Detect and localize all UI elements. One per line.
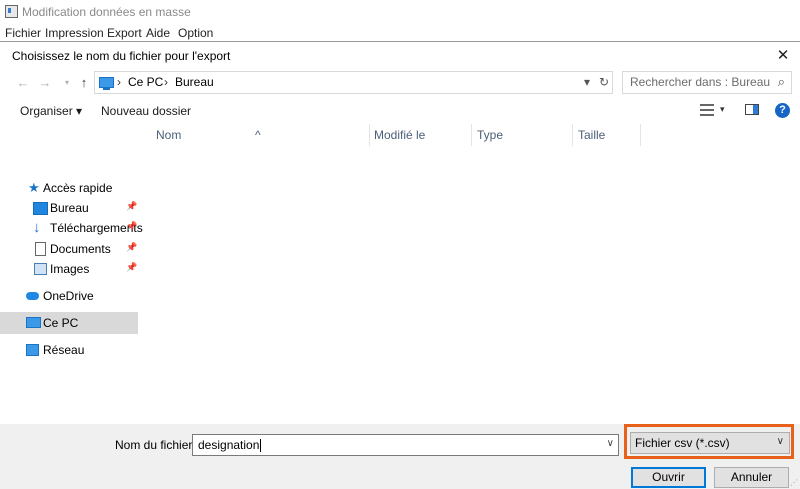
sidebar-item-label: Accès rapide <box>43 181 113 195</box>
refresh-icon[interactable]: ↻ <box>599 75 609 89</box>
address-bar[interactable]: › Ce PC › Bureau ▾ ↻ <box>94 71 613 94</box>
desktop-icon <box>33 202 48 215</box>
app-title: Modification données en masse <box>22 5 191 19</box>
sidebar-item-label: Réseau <box>43 343 85 357</box>
pin-icon[interactable]: 📌 <box>126 262 137 273</box>
help-icon[interactable]: ? <box>775 103 790 118</box>
dialog-footer: Nom du fichier : designation ∨ Fichier c… <box>0 424 800 489</box>
back-arrow-icon[interactable]: ← <box>14 74 32 92</box>
menu-option[interactable]: Option <box>178 26 213 40</box>
text-cursor <box>260 439 262 453</box>
column-divider[interactable] <box>572 124 573 146</box>
recent-dropdown-icon[interactable]: ▾ <box>58 74 76 92</box>
sidebar-item-documents[interactable]: Documents 📌 <box>0 238 138 260</box>
computer-icon <box>99 77 114 90</box>
breadcrumb-bureau[interactable]: Bureau <box>175 75 214 89</box>
sidebar-item-label: Documents <box>50 242 111 256</box>
pin-icon[interactable]: 📌 <box>126 242 137 253</box>
document-icon <box>35 242 46 256</box>
chevron-down-icon[interactable]: ∨ <box>607 438 614 449</box>
close-icon[interactable]: ✕ <box>766 42 800 70</box>
save-dialog: Choisissez le nom du fichier pour l'expo… <box>0 41 800 489</box>
column-name[interactable]: Nom <box>156 128 181 142</box>
menu-fichier[interactable]: Fichier <box>5 26 41 40</box>
sidebar-item-images[interactable]: Images 📌 <box>0 258 138 280</box>
cancel-button[interactable]: Annuler <box>714 467 789 488</box>
open-button[interactable]: Ouvrir <box>631 467 706 488</box>
app-titlebar: Modification données en masse <box>0 0 800 24</box>
network-icon <box>26 344 39 356</box>
breadcrumb-separator-icon: › <box>117 75 121 89</box>
sidebar-item-bureau[interactable]: Bureau 📌 <box>0 197 138 219</box>
sidebar-item-label: Ce PC <box>43 316 79 330</box>
dialog-titlebar: Choisissez le nom du fichier pour l'expo… <box>0 42 800 70</box>
sort-ascending-icon: ^ <box>255 128 261 142</box>
filename-label: Nom du fichier : <box>115 438 200 452</box>
sidebar-item-telechargements[interactable]: ↓ Téléchargements 📌 <box>0 217 143 239</box>
menu-aide[interactable]: Aide <box>146 26 170 40</box>
chevron-down-icon[interactable]: ▾ <box>720 104 725 115</box>
column-headers: ^ Nom Modifié le Type Taille <box>138 124 800 146</box>
column-divider[interactable] <box>640 124 641 146</box>
breadcrumb-ce-pc[interactable]: Ce PC <box>128 75 163 89</box>
column-size[interactable]: Taille <box>578 128 605 142</box>
file-list[interactable]: ^ Nom Modifié le Type Taille <box>138 124 800 424</box>
sidebar-item-label: Images <box>50 262 90 276</box>
pin-icon[interactable]: 📌 <box>126 201 137 212</box>
sidebar-item-reseau[interactable]: Réseau <box>0 339 138 361</box>
computer-icon <box>26 317 41 328</box>
column-divider[interactable] <box>369 124 370 146</box>
menu-impression[interactable]: Impression <box>45 26 104 40</box>
cloud-icon <box>26 292 39 300</box>
search-input[interactable]: Rechercher dans : Bureau ⌕ <box>622 71 792 94</box>
filetype-value: Fichier csv (*.csv) <box>635 436 730 450</box>
app-icon <box>5 5 18 18</box>
new-folder-button[interactable]: Nouveau dossier <box>101 104 191 118</box>
sidebar-item-label: Bureau <box>50 201 89 215</box>
filetype-select[interactable]: Fichier csv (*.csv) ∨ <box>630 432 790 454</box>
sidebar-item-ce-pc[interactable]: Ce PC <box>0 312 138 334</box>
chevron-down-icon: ∨ <box>776 436 784 447</box>
forward-arrow-icon[interactable]: → <box>36 74 54 92</box>
filename-field[interactable]: designation ∨ <box>192 434 619 456</box>
navigation-bar: ← → ▾ ↑ › Ce PC › Bureau ▾ ↻ Rechercher … <box>0 70 800 98</box>
organize-button[interactable]: Organiser ▾ <box>20 104 82 118</box>
menu-export[interactable]: Export <box>107 26 142 40</box>
up-arrow-icon[interactable]: ↑ <box>75 74 93 92</box>
navigation-pane: ★ Accès rapide Bureau 📌 ↓ Téléchargement… <box>0 124 143 424</box>
pin-icon[interactable]: 📌 <box>126 221 137 232</box>
images-icon <box>34 263 47 275</box>
command-toolbar: Organiser ▾ Nouveau dossier ▾ ? <box>0 98 800 124</box>
view-options-icon[interactable] <box>700 104 714 116</box>
sidebar-item-label: OneDrive <box>43 289 94 303</box>
search-icon[interactable]: ⌕ <box>778 74 785 90</box>
column-divider[interactable] <box>471 124 472 146</box>
chevron-down-icon[interactable]: ▾ <box>584 75 590 89</box>
download-icon: ↓ <box>33 219 41 236</box>
filename-value: designation <box>198 438 260 452</box>
resize-grip-icon[interactable]: ⋰ <box>790 478 798 487</box>
app-menubar: Fichier Impression Export Aide Option <box>0 24 800 42</box>
search-placeholder: Rechercher dans : Bureau <box>630 75 771 89</box>
column-modified[interactable]: Modifié le <box>374 128 425 142</box>
sidebar-item-quick-access[interactable]: ★ Accès rapide <box>0 177 138 199</box>
sidebar-item-onedrive[interactable]: OneDrive <box>0 285 138 307</box>
star-icon: ★ <box>28 180 40 195</box>
dialog-title: Choisissez le nom du fichier pour l'expo… <box>12 49 231 63</box>
breadcrumb-separator-icon: › <box>164 75 168 89</box>
preview-pane-icon[interactable] <box>745 104 759 115</box>
column-type[interactable]: Type <box>477 128 503 142</box>
